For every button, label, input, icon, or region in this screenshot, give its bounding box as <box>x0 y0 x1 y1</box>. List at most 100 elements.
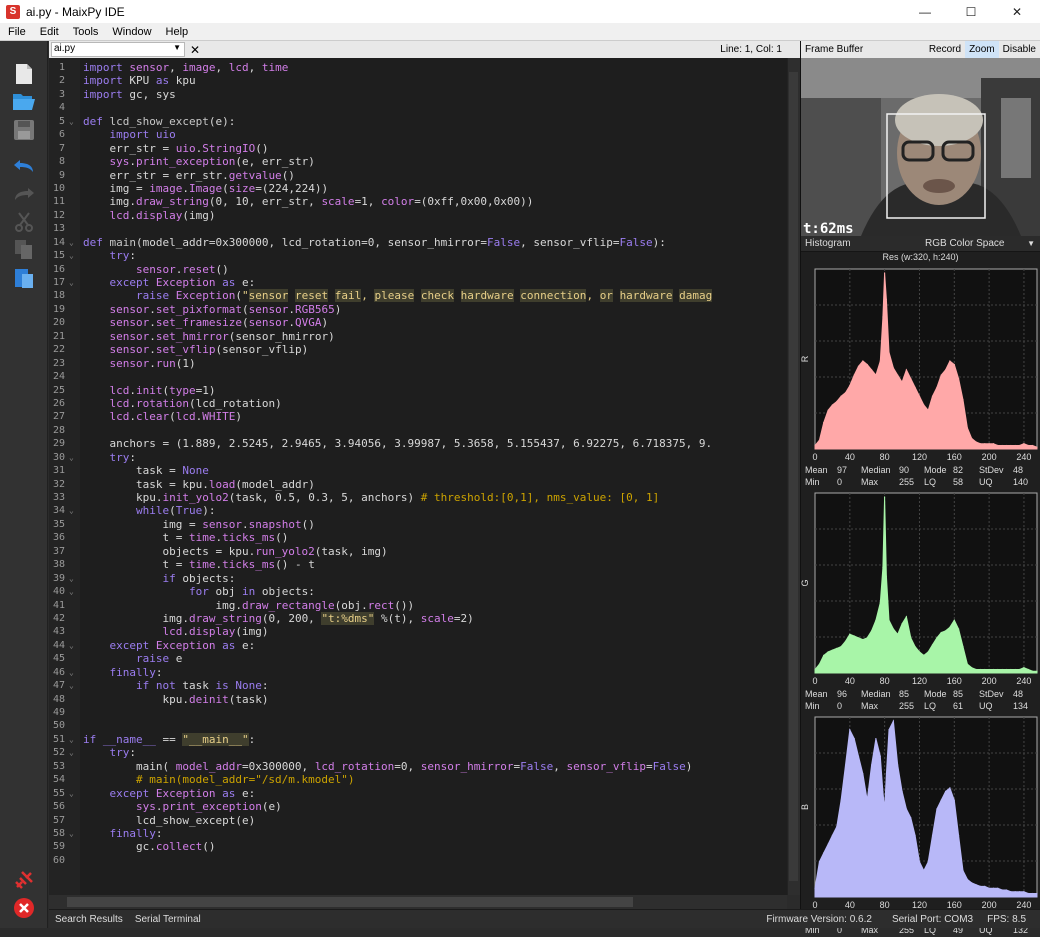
fold-marker-icon[interactable]: ⌄ <box>69 115 74 128</box>
undo-icon[interactable] <box>10 153 38 179</box>
histogram-point <box>975 884 977 886</box>
histogram-point <box>992 443 995 445</box>
line-number: 58 <box>52 827 65 839</box>
stop-icon[interactable] <box>10 895 38 921</box>
histogram-point <box>836 826 838 828</box>
x-tick-label: 80 <box>880 676 890 686</box>
code-text: try: <box>109 450 137 464</box>
histogram-point <box>1010 668 1012 671</box>
serial-terminal-tab[interactable]: Serial Terminal <box>129 914 207 925</box>
fold-marker-icon[interactable]: ⌄ <box>69 276 74 289</box>
fold-marker-icon[interactable]: ⌄ <box>69 787 74 800</box>
copy-icon[interactable] <box>10 237 38 263</box>
fold-marker-icon[interactable]: ⌄ <box>69 572 74 585</box>
histogram-point <box>892 628 894 630</box>
histogram-plot: B0 40 80 120 160 200 240 <box>800 716 1038 910</box>
editor-header: ai.py ▼ ✕ Line: 1, Col: 1 <box>49 41 800 58</box>
histogram-point <box>884 496 886 498</box>
menu-file[interactable]: File <box>0 26 32 38</box>
stat-value: 97 <box>837 465 848 475</box>
fold-marker-icon[interactable]: ⌄ <box>69 451 74 464</box>
menu-help[interactable]: Help <box>158 26 195 38</box>
code-text: try: <box>109 249 137 263</box>
minimize-button[interactable]: — <box>902 0 948 23</box>
fold-marker-icon[interactable]: ⌄ <box>69 639 74 652</box>
code-text: err_str = err_str.getvalue() <box>83 168 295 182</box>
code-text: lcd.rotation(lcd_rotation) <box>109 396 282 410</box>
histogram-plot: R 0 40 80 120 160 200 240 <box>800 268 1038 462</box>
histogram-point <box>857 365 860 367</box>
line-number: 1 <box>58 62 65 73</box>
redo-icon[interactable] <box>10 181 38 207</box>
code-text: lcd.init(type=1) <box>109 383 216 397</box>
record-button[interactable]: Record <box>925 41 965 58</box>
histogram-point <box>866 799 868 801</box>
zoom-button[interactable]: Zoom <box>965 41 999 58</box>
stat-label: Mean <box>805 465 828 475</box>
file-selector[interactable]: ai.py ▼ <box>51 42 185 57</box>
vertical-scroll-thumb[interactable] <box>789 72 798 881</box>
code-text: gc.collect() <box>83 840 216 854</box>
histogram-point <box>984 668 986 671</box>
fold-marker-icon[interactable]: ⌄ <box>69 666 74 679</box>
horizontal-scroll-thumb[interactable] <box>67 897 633 907</box>
line-number: 28 <box>52 424 65 436</box>
code-editor[interactable]: 1 import sensor, image, lcd, time 2 import … <box>49 58 787 895</box>
new-file-icon[interactable] <box>10 61 38 87</box>
code-text: while(True): <box>135 504 216 518</box>
code-text: if objects: <box>162 571 236 585</box>
fold-marker-icon[interactable]: ⌄ <box>69 827 74 840</box>
stat-label: Max <box>861 477 879 487</box>
fold-marker-icon[interactable]: ⌄ <box>69 733 74 746</box>
search-results-tab[interactable]: Search Results <box>49 914 129 925</box>
connect-icon[interactable] <box>10 867 38 893</box>
line-number: 24 <box>52 371 65 383</box>
histogram-point <box>1005 668 1008 671</box>
color-space-select[interactable]: RGB Color Space <box>921 238 1040 249</box>
histogram-point <box>997 887 999 889</box>
histogram-point <box>910 378 912 380</box>
histogram-point <box>1005 889 1008 891</box>
menu-edit[interactable]: Edit <box>32 26 65 38</box>
line-number: 37 <box>52 545 65 557</box>
line-number: 41 <box>52 599 65 611</box>
chevron-down-icon[interactable]: ▼ <box>1027 239 1035 248</box>
maximize-button[interactable]: ☐ <box>948 0 994 23</box>
line-number: 25 <box>52 384 65 396</box>
menu-tools[interactable]: Tools <box>65 26 105 38</box>
histogram-point <box>840 799 842 801</box>
histogram-point <box>844 392 847 394</box>
histogram-point <box>831 649 833 651</box>
fold-marker-icon[interactable]: ⌄ <box>69 249 74 262</box>
histogram-point <box>1036 446 1038 448</box>
close-file-icon[interactable]: ✕ <box>188 43 202 57</box>
save-icon[interactable] <box>10 117 38 143</box>
fold-marker-icon[interactable]: ⌄ <box>69 679 74 692</box>
histogram-point <box>871 764 873 766</box>
histogram-point <box>901 790 903 792</box>
stat-value: 255 <box>899 701 915 711</box>
stat-label: Mean <box>805 689 828 699</box>
fold-marker-icon[interactable]: ⌄ <box>69 504 74 517</box>
histogram-point <box>875 619 877 621</box>
menu-window[interactable]: Window <box>104 26 157 38</box>
paste-icon[interactable] <box>10 265 38 291</box>
line-number: 2 <box>58 75 65 87</box>
cut-icon[interactable] <box>10 209 38 235</box>
code-text: t = time.ticks_ms() <box>83 531 289 545</box>
line-number: 40 <box>52 586 65 598</box>
histogram-point <box>992 668 995 671</box>
open-folder-icon[interactable] <box>10 88 38 114</box>
close-window-button[interactable]: ✕ <box>994 0 1040 23</box>
line-number: 59 <box>52 841 65 853</box>
fold-marker-icon[interactable]: ⌄ <box>69 746 74 759</box>
fold-marker-icon[interactable]: ⌄ <box>69 236 74 249</box>
code-text: finally: <box>109 826 163 840</box>
stat-label: UQ <box>979 477 993 487</box>
histogram-point <box>979 885 981 887</box>
histogram-point <box>844 640 847 642</box>
fold-marker-icon[interactable]: ⌄ <box>69 585 74 598</box>
histogram-point <box>945 630 947 632</box>
disable-button[interactable]: Disable <box>999 41 1040 58</box>
line-number: 18 <box>52 290 65 302</box>
